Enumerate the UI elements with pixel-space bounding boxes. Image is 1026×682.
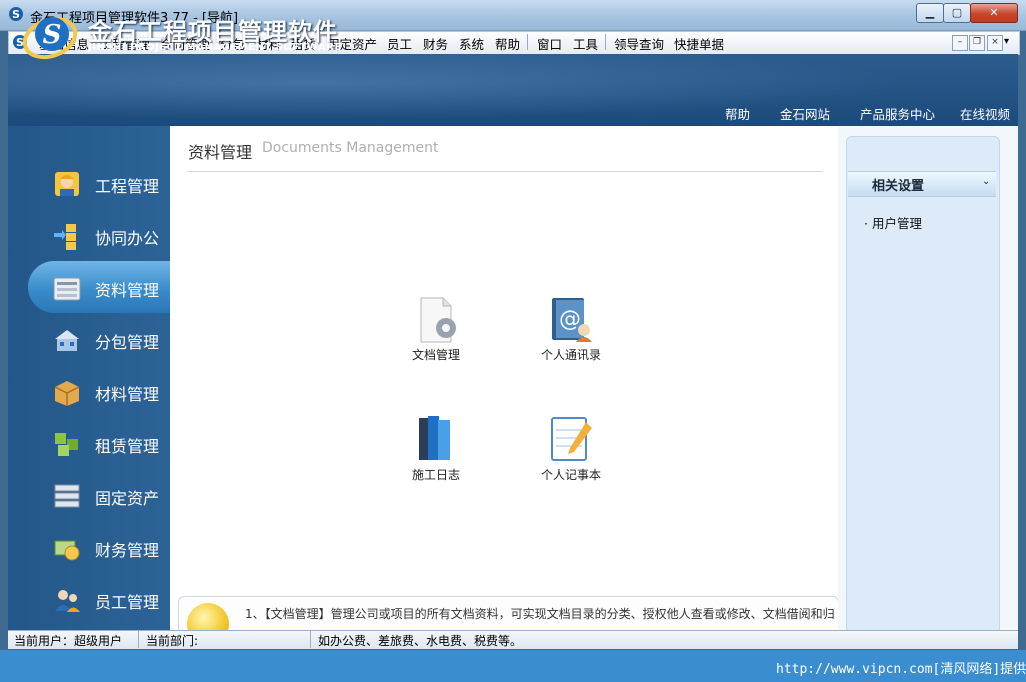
mdi-close-button[interactable]: × bbox=[987, 35, 1003, 51]
people-icon bbox=[55, 590, 80, 612]
menu-leader-query[interactable]: 领导查询 bbox=[614, 34, 664, 53]
close-button[interactable]: ✕ bbox=[970, 3, 1018, 23]
sidebar-item-documents[interactable]: 资料管理 bbox=[28, 261, 170, 313]
building-icon bbox=[55, 330, 79, 351]
menu-separator bbox=[605, 34, 606, 50]
sidebar-item-label: 协同办公 bbox=[95, 229, 160, 248]
current-user: 当前用户：超级用户 bbox=[14, 634, 123, 648]
page-title: 资料管理 bbox=[188, 143, 253, 162]
document-gear-icon bbox=[420, 297, 456, 343]
sidebar-item-collab-office[interactable]: 协同办公 bbox=[8, 209, 170, 261]
menu-system[interactable]: 系统 bbox=[459, 34, 484, 53]
sidebar-item-label: 工程管理 bbox=[95, 177, 160, 196]
current-department: 当前部门: bbox=[146, 634, 199, 648]
sidebar-item-label: 材料管理 bbox=[95, 385, 160, 404]
related-settings-title: 相关设置 bbox=[872, 179, 925, 194]
module-document-management[interactable]: 文档管理 bbox=[391, 296, 481, 363]
sidebar-item-subcontract[interactable]: 分包管理 bbox=[8, 313, 170, 365]
module-construction-log[interactable]: 施工日志 bbox=[391, 414, 481, 483]
main-panel bbox=[170, 126, 838, 630]
sidebar-item-label: 分包管理 bbox=[95, 333, 160, 352]
header-link-help[interactable]: 帮助 bbox=[725, 104, 750, 123]
tips-panel: 1、【文档管理】管理公司或项目的所有文档资料，可实现文档目录的分类、授权他人查看… bbox=[178, 596, 839, 631]
header-link-website[interactable]: 金石网站 bbox=[780, 104, 830, 123]
money-icon bbox=[54, 540, 80, 561]
sidebar-item-finance[interactable]: 财务管理 bbox=[8, 521, 170, 573]
document-box-icon bbox=[53, 277, 81, 301]
watermark-text: http://www.vipcn.com[清风网络]提供 bbox=[776, 662, 1026, 677]
module-address-book[interactable]: @ 个人通讯录 bbox=[526, 296, 616, 363]
notepad-icon bbox=[551, 417, 592, 461]
sidebar-item-project[interactable]: 工程管理 bbox=[8, 157, 170, 209]
menu-help[interactable]: 帮助 bbox=[495, 34, 520, 53]
module-label: 文档管理 bbox=[411, 348, 460, 362]
server-icon bbox=[54, 484, 80, 508]
sidebar-item-label: 财务管理 bbox=[95, 541, 160, 560]
menu-quick-docs[interactable]: 快捷单据 bbox=[674, 34, 724, 53]
status-scroll-text: 如办公费、差旅费、水电费、税费等。 bbox=[318, 634, 523, 648]
header-link-video[interactable]: 在线视频 bbox=[960, 104, 1010, 123]
sidebar-item-lease[interactable]: 租赁管理 bbox=[8, 417, 170, 469]
svg-text:S: S bbox=[12, 8, 20, 21]
sidebar-item-material[interactable]: 材料管理 bbox=[8, 365, 170, 417]
chevron-down-icon[interactable]: ⌄ bbox=[982, 176, 990, 187]
status-separator bbox=[138, 631, 139, 648]
mdi-minimize-button[interactable]: – bbox=[952, 35, 968, 51]
title-divider bbox=[187, 171, 823, 172]
module-label: 施工日志 bbox=[411, 468, 460, 482]
mdi-dropdown-icon[interactable]: ▾ bbox=[1004, 36, 1009, 47]
related-settings-box bbox=[846, 136, 1000, 632]
workflow-icon bbox=[54, 224, 76, 250]
user-management-link[interactable]: · 用户管理 bbox=[864, 213, 922, 232]
brand-name-en: JINSHI PROJECT MANAGEMENT SOFTWARE bbox=[88, 42, 342, 53]
sidebar-item-label: 资料管理 bbox=[95, 281, 160, 300]
maximize-button[interactable]: ▢ bbox=[943, 3, 971, 23]
lightbulb-icon bbox=[187, 603, 229, 631]
menu-staff[interactable]: 员工 bbox=[387, 34, 412, 53]
sidebar-item-label: 租赁管理 bbox=[95, 437, 160, 456]
sidebar-item-fixed-assets[interactable]: 固定资产 bbox=[8, 469, 170, 521]
address-book-icon: @ bbox=[552, 298, 592, 342]
module-label: 个人通讯录 bbox=[540, 348, 601, 362]
menu-separator bbox=[527, 34, 528, 50]
tips-text: 1、【文档管理】管理公司或项目的所有文档资料，可实现文档目录的分类、授权他人查看… bbox=[245, 607, 835, 621]
brand-logo-icon: S bbox=[22, 16, 78, 60]
minimize-button[interactable]: ▁ bbox=[916, 3, 944, 23]
books-icon bbox=[419, 416, 450, 460]
module-label: 个人记事本 bbox=[540, 468, 601, 482]
blocks-icon bbox=[55, 433, 78, 456]
sidebar-item-staff[interactable]: 员工管理 bbox=[8, 573, 170, 625]
svg-text:S: S bbox=[43, 20, 62, 50]
sidebar-item-label: 固定资产 bbox=[95, 489, 160, 508]
menu-window[interactable]: 窗口 bbox=[537, 34, 562, 53]
worker-icon bbox=[55, 172, 79, 196]
header-link-service-center[interactable]: 产品服务中心 bbox=[860, 104, 935, 123]
svg-text:@: @ bbox=[559, 307, 581, 332]
mdi-restore-button[interactable]: ❐ bbox=[969, 35, 985, 51]
module-notepad[interactable]: 个人记事本 bbox=[526, 414, 616, 483]
page-subtitle: Documents Management bbox=[262, 140, 439, 156]
status-separator bbox=[310, 631, 311, 648]
menu-tools[interactable]: 工具 bbox=[573, 34, 598, 53]
sidebar-item-label: 员工管理 bbox=[95, 593, 160, 612]
menu-finance[interactable]: 财务 bbox=[423, 34, 448, 53]
box-icon bbox=[54, 381, 80, 406]
